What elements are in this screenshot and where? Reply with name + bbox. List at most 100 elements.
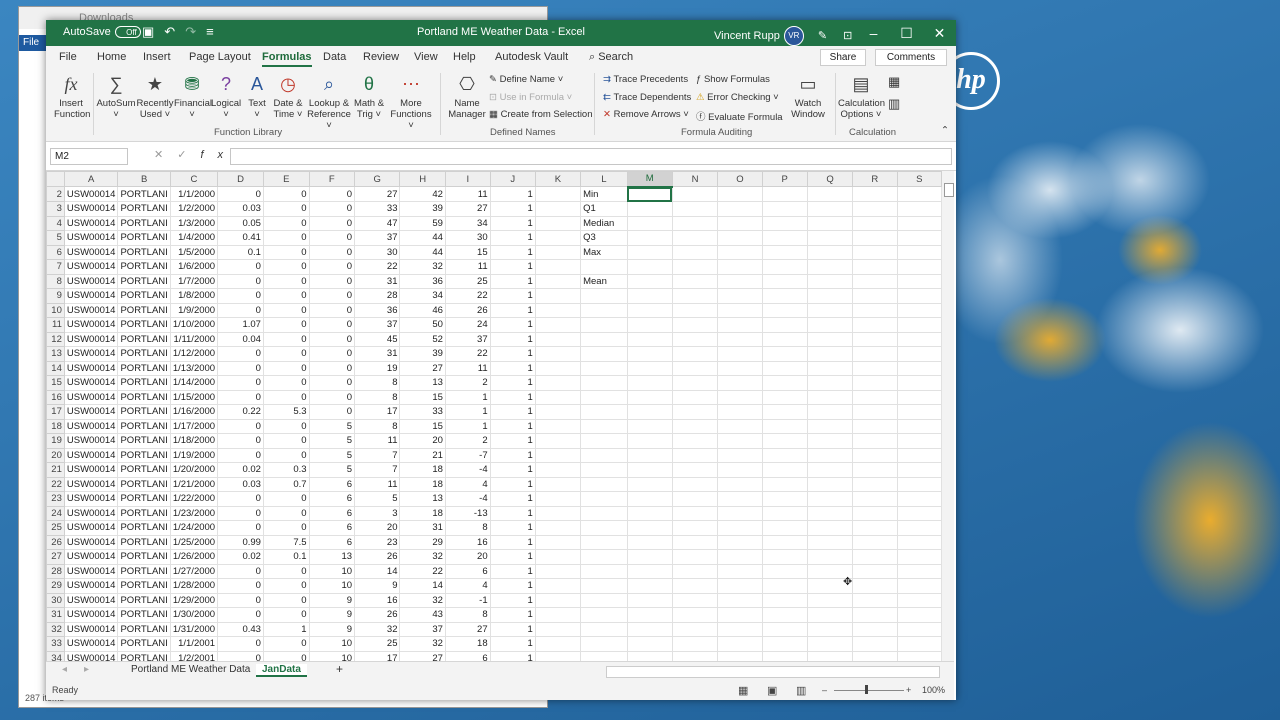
cell-L18[interactable] xyxy=(580,418,628,434)
share-button[interactable]: Share xyxy=(820,49,866,66)
cell-J33[interactable]: 1 xyxy=(489,636,536,652)
cell-H21[interactable]: 18 xyxy=(399,462,446,478)
cell-J25[interactable]: 1 xyxy=(489,520,536,536)
cell-L33[interactable] xyxy=(580,636,628,652)
cell-B32[interactable]: PORTLANI xyxy=(117,621,171,637)
cell-G29[interactable]: 9 xyxy=(354,578,401,594)
cell-J14[interactable]: 1 xyxy=(489,360,536,376)
cell-A10[interactable]: USW00014 xyxy=(63,302,119,318)
row-header[interactable]: 17 xyxy=(46,404,65,420)
cell-O34[interactable] xyxy=(717,650,763,661)
cell-S13[interactable] xyxy=(896,346,942,362)
cell-O18[interactable] xyxy=(717,418,763,434)
cell-Q31[interactable] xyxy=(806,607,854,623)
cell-B22[interactable]: PORTLANI xyxy=(117,476,171,492)
cell-F24[interactable]: 6 xyxy=(308,505,356,521)
evaluate-formula-button[interactable]: ⓕ Evaluate Formula xyxy=(696,109,783,123)
cell-S24[interactable] xyxy=(896,505,942,521)
cell-R18[interactable] xyxy=(852,418,898,434)
cell-F28[interactable]: 10 xyxy=(308,563,356,579)
cell-J31[interactable]: 1 xyxy=(489,607,536,623)
tab-data[interactable]: Data xyxy=(323,51,346,63)
cell-M19[interactable] xyxy=(626,433,673,449)
cell-I28[interactable]: 6 xyxy=(444,563,491,579)
cell-N28[interactable] xyxy=(671,563,719,579)
cell-Q20[interactable] xyxy=(806,447,854,463)
cell-M8[interactable] xyxy=(626,273,673,289)
cell-J23[interactable]: 1 xyxy=(489,491,536,507)
cell-S11[interactable] xyxy=(896,317,942,333)
cell-F11[interactable]: 0 xyxy=(308,317,356,333)
cell-C20[interactable]: 1/19/2000 xyxy=(169,447,219,463)
row-header[interactable]: 22 xyxy=(46,476,65,492)
cell-Q34[interactable] xyxy=(806,650,854,661)
cell-O33[interactable] xyxy=(717,636,763,652)
cell-H3[interactable]: 39 xyxy=(399,201,446,217)
row-header[interactable]: 16 xyxy=(46,389,65,405)
cell-K29[interactable] xyxy=(534,578,582,594)
cell-A33[interactable]: USW00014 xyxy=(63,636,119,652)
cell-N3[interactable] xyxy=(671,201,719,217)
cell-K3[interactable] xyxy=(534,201,582,217)
cell-E10[interactable]: 0 xyxy=(262,302,310,318)
cell-R29[interactable] xyxy=(852,578,898,594)
cell-J28[interactable]: 1 xyxy=(489,563,536,579)
cell-M21[interactable] xyxy=(626,462,673,478)
tab-formulas[interactable]: Formulas xyxy=(262,51,312,67)
cell-E4[interactable]: 0 xyxy=(262,215,310,231)
cell-D27[interactable]: 0.02 xyxy=(217,549,264,565)
cell-R23[interactable] xyxy=(852,491,898,507)
cell-S12[interactable] xyxy=(896,331,942,347)
cell-E9[interactable]: 0 xyxy=(262,288,310,304)
cell-K33[interactable] xyxy=(534,636,582,652)
cell-E17[interactable]: 5.3 xyxy=(262,404,310,420)
horizontal-scrollbar[interactable] xyxy=(606,666,940,678)
column-header[interactable]: G xyxy=(354,171,401,187)
cell-R25[interactable] xyxy=(852,520,898,536)
cell-Q11[interactable] xyxy=(806,317,854,333)
cell-C6[interactable]: 1/5/2000 xyxy=(169,244,219,260)
tab-view[interactable]: View xyxy=(414,51,438,63)
cell-I23[interactable]: -4 xyxy=(444,491,491,507)
cell-M9[interactable] xyxy=(626,288,673,304)
vertical-scroll-thumb[interactable] xyxy=(944,183,954,197)
cell-S6[interactable] xyxy=(896,244,942,260)
cell-A15[interactable]: USW00014 xyxy=(63,375,119,391)
cell-H31[interactable]: 43 xyxy=(399,607,446,623)
insert-function-button[interactable]: fx Insert Function xyxy=(54,73,90,120)
cell-O3[interactable] xyxy=(717,201,763,217)
cell-G14[interactable]: 19 xyxy=(354,360,401,376)
watch-window-button[interactable]: ▭ Watch Window xyxy=(789,73,827,120)
column-header[interactable]: S xyxy=(896,171,942,187)
cell-K22[interactable] xyxy=(534,476,582,492)
cell-R4[interactable] xyxy=(852,215,898,231)
column-header[interactable]: L xyxy=(580,171,628,187)
cell-L15[interactable] xyxy=(580,375,628,391)
cell-M32[interactable] xyxy=(626,621,673,637)
cell-S27[interactable] xyxy=(896,549,942,565)
cell-K17[interactable] xyxy=(534,404,582,420)
row-header[interactable]: 18 xyxy=(46,418,65,434)
sheet-tab-weather-data[interactable]: Portland ME Weather Data xyxy=(131,664,250,675)
cell-O22[interactable] xyxy=(717,476,763,492)
cell-M13[interactable] xyxy=(626,346,673,362)
tab-help[interactable]: Help xyxy=(453,51,476,63)
cell-L19[interactable] xyxy=(580,433,628,449)
cell-E15[interactable]: 0 xyxy=(262,375,310,391)
cell-C2[interactable]: 1/1/2000 xyxy=(169,186,219,202)
cell-F6[interactable]: 0 xyxy=(308,244,356,260)
cell-P10[interactable] xyxy=(761,302,808,318)
cell-P32[interactable] xyxy=(761,621,808,637)
cell-F22[interactable]: 6 xyxy=(308,476,356,492)
cell-O15[interactable] xyxy=(717,375,763,391)
cell-O7[interactable] xyxy=(717,259,763,275)
cell-A9[interactable]: USW00014 xyxy=(63,288,119,304)
cell-L17[interactable] xyxy=(580,404,628,420)
cell-K5[interactable] xyxy=(534,230,582,246)
cell-I10[interactable]: 26 xyxy=(444,302,491,318)
cell-M5[interactable] xyxy=(626,230,673,246)
cell-G4[interactable]: 47 xyxy=(354,215,401,231)
financial-button[interactable]: ⛃ Financial ˅ xyxy=(174,73,212,120)
cell-L23[interactable] xyxy=(580,491,628,507)
cell-E34[interactable]: 0 xyxy=(262,650,310,661)
